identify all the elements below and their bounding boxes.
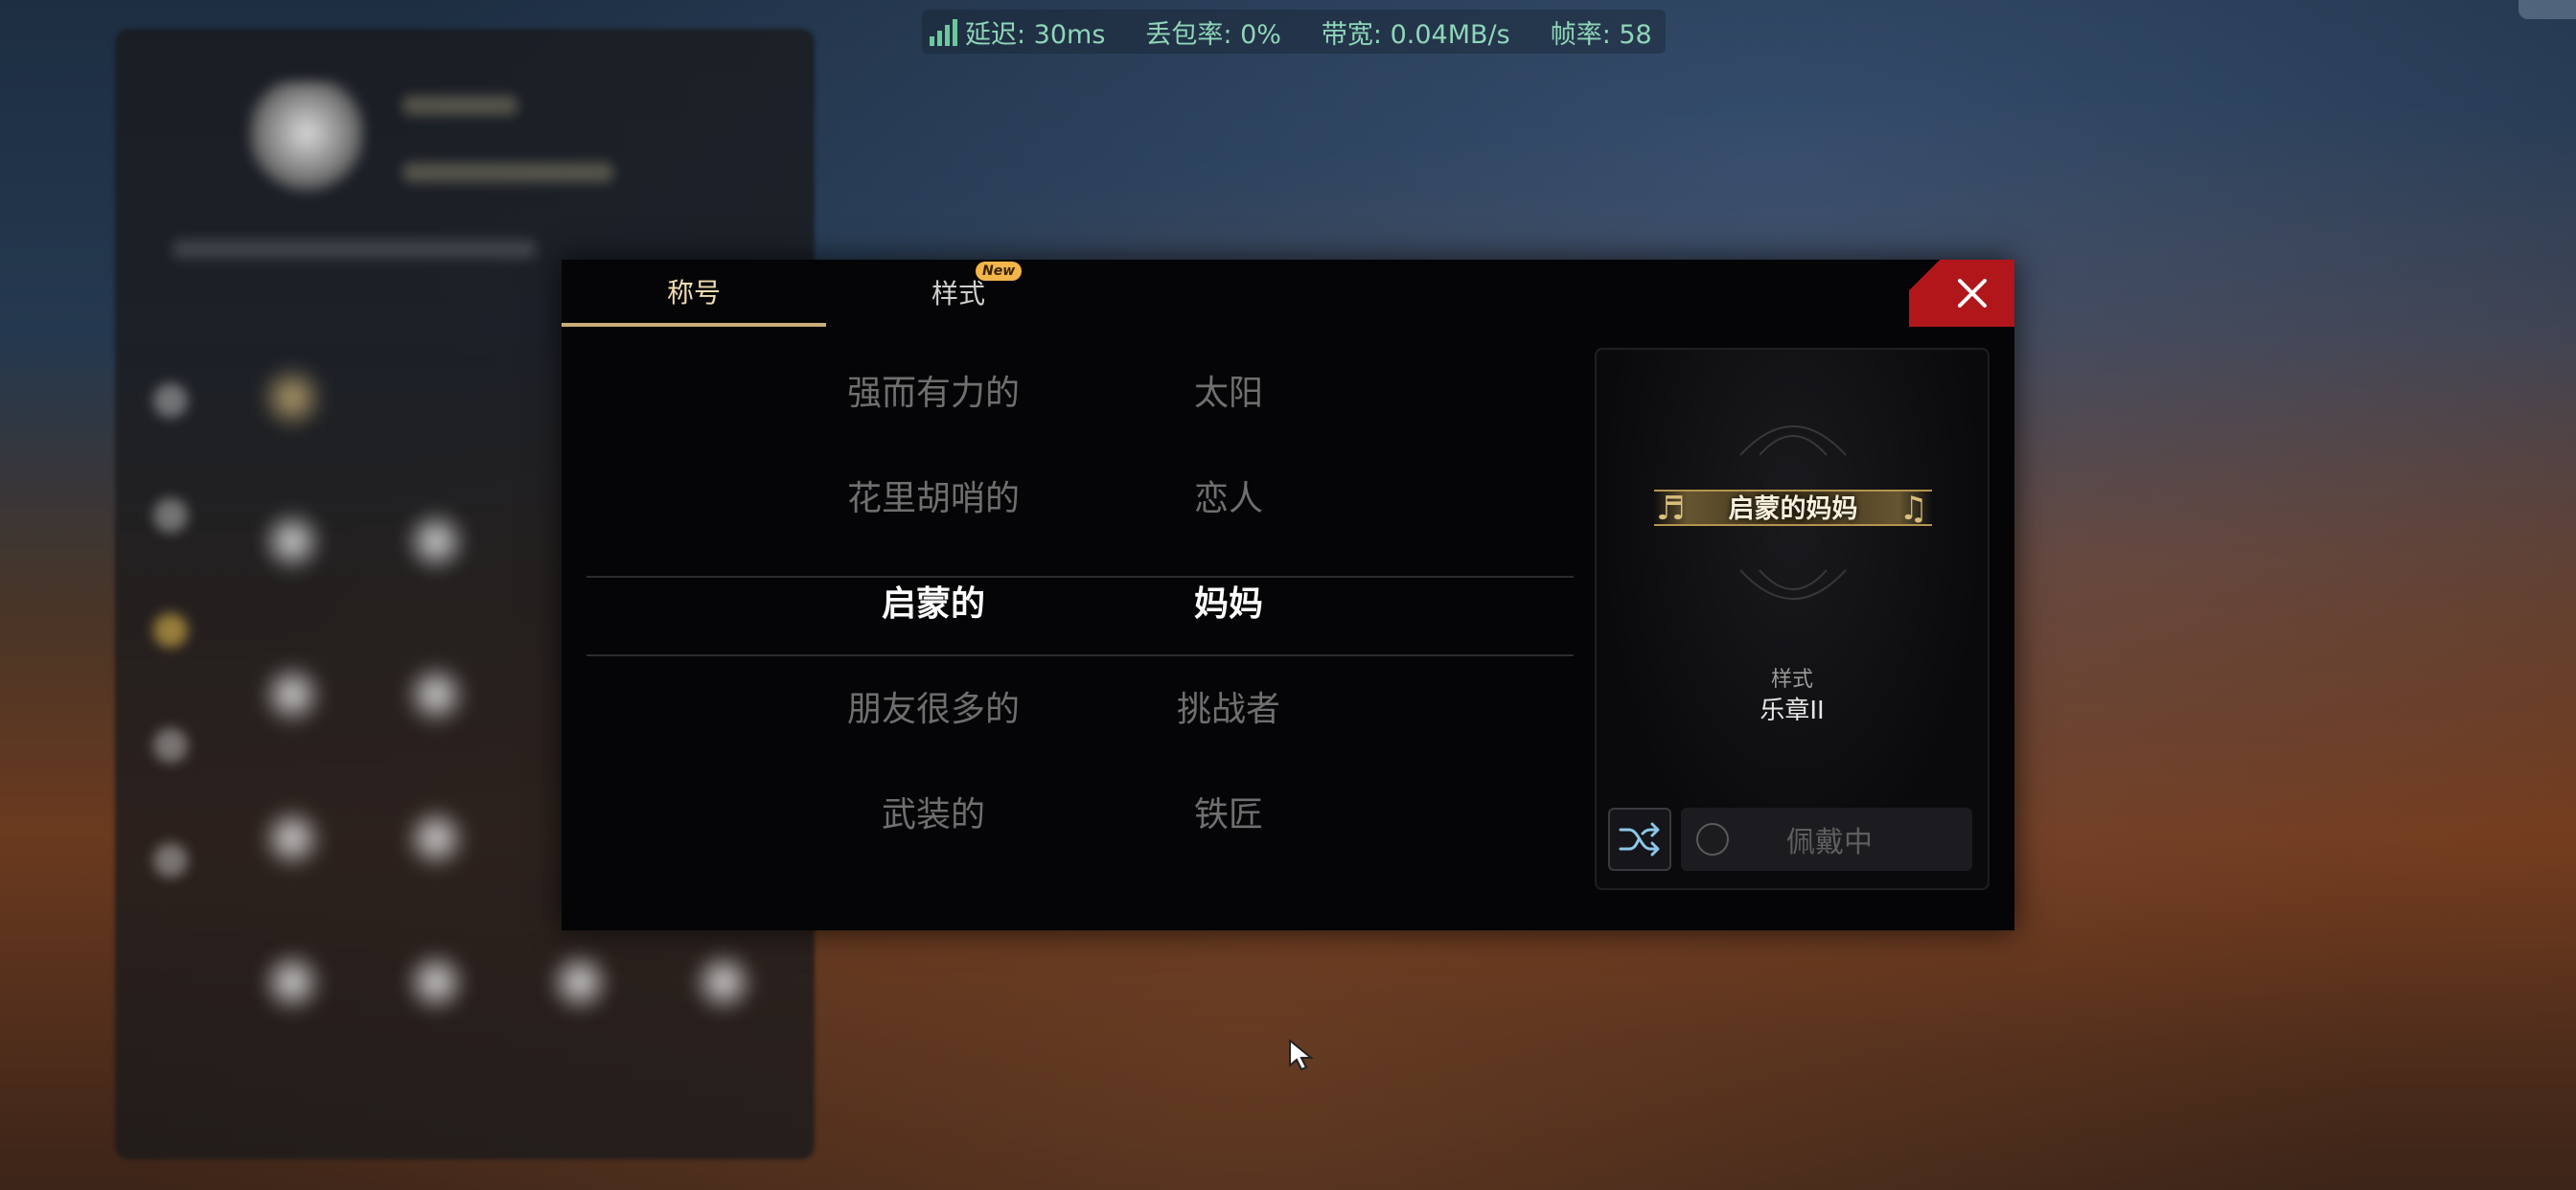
- latency-text: 延迟: 30ms: [965, 19, 1106, 50]
- ornament-icon: [1739, 569, 1847, 600]
- cursor-icon: [1289, 1039, 1314, 1071]
- noun-column[interactable]: 太阳 恋人 妈妈 挑战者 铁匠: [1123, 352, 1334, 888]
- noun-option[interactable]: 挑战者: [1123, 668, 1334, 744]
- tab-title[interactable]: 称号: [562, 260, 826, 327]
- background-text: [402, 96, 518, 115]
- wear-button-label: 佩戴中: [1786, 826, 1873, 859]
- noun-option-selected[interactable]: 妈妈: [1123, 562, 1334, 639]
- tab-bar: 称号 样式 New: [562, 260, 2014, 327]
- packet-loss-text: 丢包率: 0%: [1145, 19, 1281, 50]
- music-note-icon: ♬: [1656, 490, 1686, 528]
- background-item-icon: [546, 949, 613, 1016]
- tab-style-label: 样式: [931, 278, 985, 309]
- adjective-option[interactable]: 花里胡哨的: [770, 457, 1096, 534]
- title-picker[interactable]: 强而有力的 花里胡哨的 启蒙的 朋友很多的 武装的 太阳 恋人 妈妈 挑战者 铁…: [586, 352, 1574, 888]
- background-avatar: [249, 81, 364, 196]
- background-side-icon: [153, 728, 188, 763]
- wear-button[interactable]: 佩戴中: [1681, 808, 1972, 871]
- background-item-icon: [690, 949, 757, 1016]
- background-item-icon: [402, 661, 470, 728]
- adjective-option[interactable]: 朋友很多的: [770, 668, 1096, 744]
- style-caption: 样式: [1770, 668, 1813, 692]
- fps-text: 帧率: 58: [1550, 19, 1652, 50]
- title-badge-text: 启蒙的妈妈: [1728, 493, 1858, 524]
- background-item-icon: [402, 949, 470, 1016]
- style-value: 乐章II: [1760, 697, 1825, 725]
- shuffle-icon: [1619, 822, 1660, 857]
- signal-icon: [930, 17, 957, 46]
- music-note-icon: ♫: [1898, 490, 1928, 528]
- background-item-icon: [402, 805, 470, 872]
- background-text: [172, 240, 537, 259]
- background-side-icon: [153, 383, 188, 418]
- network-status-bar: 延迟: 30ms 丢包率: 0% 带宽: 0.04MB/s 帧率: 58: [922, 10, 1666, 54]
- shuffle-button[interactable]: [1608, 808, 1671, 871]
- new-badge: New: [976, 262, 1023, 281]
- adjective-column[interactable]: 强而有力的 花里胡哨的 启蒙的 朋友很多的 武装的: [770, 352, 1096, 888]
- background-side-icon: [153, 613, 188, 648]
- background-item-icon: [259, 661, 326, 728]
- bandwidth-text: 带宽: 0.04MB/s: [1321, 19, 1510, 50]
- title-dialog: 称号 样式 New 强而有力的 花里胡哨的 启蒙的 朋友很多的 武装的 太阳 恋…: [562, 260, 2014, 930]
- ornament-icon: [1739, 425, 1847, 456]
- background-item-icon: [259, 364, 326, 431]
- title-badge: ♬ 启蒙的妈妈 ♫: [1654, 474, 1932, 538]
- tab-title-label: 称号: [666, 277, 721, 309]
- noun-option[interactable]: 恋人: [1123, 457, 1334, 534]
- noun-option[interactable]: 铁匠: [1123, 773, 1334, 850]
- noun-option[interactable]: 太阳: [1123, 352, 1334, 428]
- corner-tab: [2518, 0, 2576, 19]
- background-item-icon: [402, 508, 470, 575]
- adjective-option[interactable]: 强而有力的: [770, 352, 1096, 428]
- close-button[interactable]: [1909, 260, 2014, 327]
- adjective-option[interactable]: 武装的: [770, 773, 1096, 850]
- adjective-option-selected[interactable]: 启蒙的: [770, 562, 1096, 639]
- background-item-icon: [259, 805, 326, 872]
- background-item-icon: [259, 508, 326, 575]
- radio-icon: [1696, 823, 1729, 856]
- tab-style[interactable]: 样式: [826, 260, 1091, 325]
- background-item-icon: [259, 949, 326, 1016]
- close-icon: [1958, 279, 1987, 308]
- background-side-icon: [153, 843, 188, 878]
- latency-indicator: 延迟: 30ms: [930, 13, 1105, 51]
- background-side-icon: [153, 498, 188, 533]
- background-text: [402, 163, 613, 182]
- title-preview-panel: ♬ 启蒙的妈妈 ♫ 样式 乐章II 佩戴中: [1595, 348, 1990, 890]
